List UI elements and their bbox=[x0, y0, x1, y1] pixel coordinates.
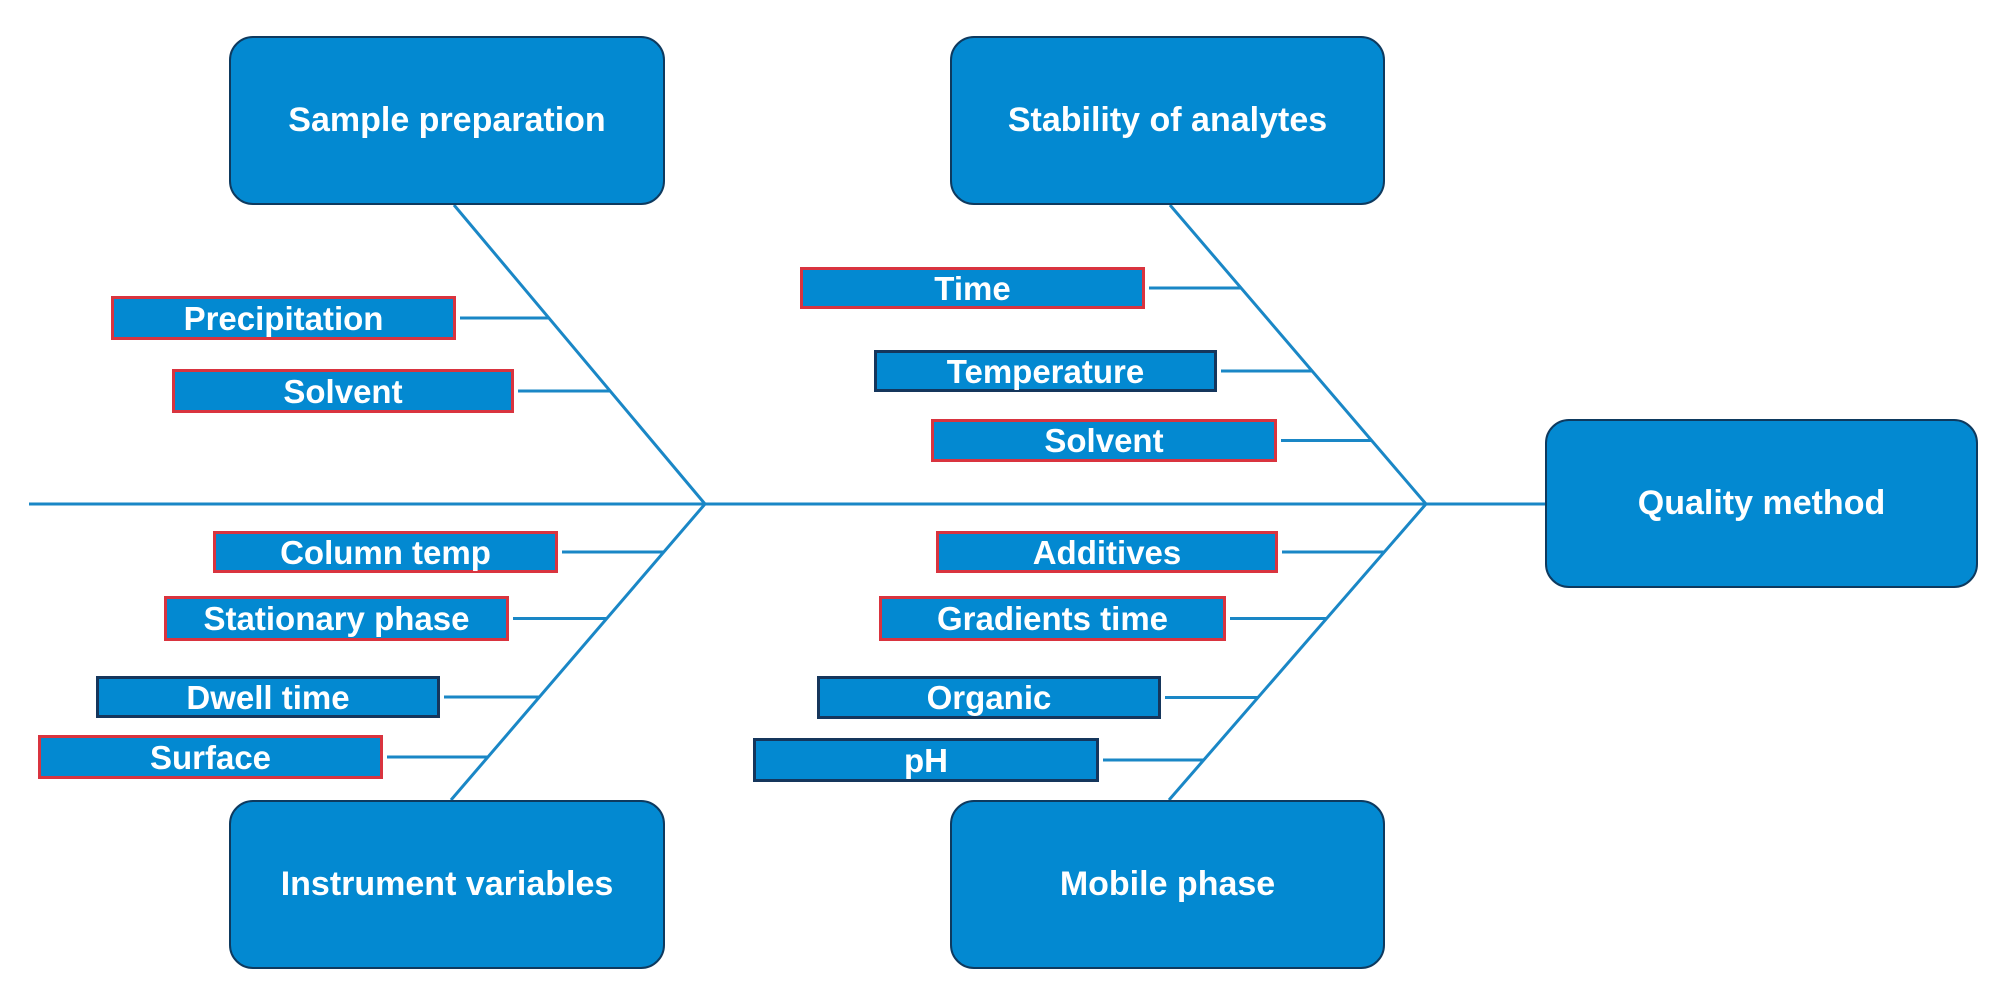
cause-label: pH bbox=[904, 741, 948, 779]
cause-organic: Organic bbox=[817, 676, 1161, 719]
cause-label: Temperature bbox=[946, 352, 1145, 390]
cause-label: Column temp bbox=[280, 533, 491, 571]
cause-precipitation: Precipitation bbox=[111, 296, 456, 340]
cause-stationary-phase: Stationary phase bbox=[164, 596, 509, 641]
cause-label: Solvent bbox=[1044, 422, 1164, 459]
cause-ph: pH bbox=[753, 738, 1099, 782]
cause-gradients-time: Gradients time bbox=[879, 596, 1226, 641]
cause-solvent-sample: Solvent bbox=[172, 369, 514, 413]
category-label: Mobile phase bbox=[1059, 865, 1276, 903]
cause-label: Solvent bbox=[283, 372, 403, 410]
cause-label: Dwell time bbox=[186, 678, 350, 716]
cause-dwell-time: Dwell time bbox=[96, 676, 440, 718]
category-stability-of-analytes: Stability of analytes bbox=[950, 36, 1385, 205]
category-label: Instrument variables bbox=[280, 865, 614, 903]
effect-label: Quality method bbox=[1637, 484, 1886, 522]
cause-label: Additives bbox=[1032, 533, 1182, 571]
cause-label: Surface bbox=[149, 738, 272, 776]
category-label: Stability of analytes bbox=[1007, 101, 1328, 139]
category-sample-preparation: Sample preparation bbox=[229, 36, 665, 205]
category-label: Sample preparation bbox=[288, 101, 606, 139]
bone-sample-preparation bbox=[452, 204, 707, 505]
cause-label: Precipitation bbox=[183, 299, 384, 337]
effect-quality-method: Quality method bbox=[1545, 419, 1978, 588]
cause-label: Stationary phase bbox=[203, 600, 470, 637]
cause-label: Gradients time bbox=[936, 600, 1169, 637]
category-instrument-variables: Instrument variables bbox=[229, 800, 665, 969]
category-mobile-phase: Mobile phase bbox=[950, 800, 1385, 969]
cause-temperature: Temperature bbox=[874, 350, 1217, 392]
cause-solvent-stability: Solvent bbox=[931, 419, 1277, 462]
cause-column-temp: Column temp bbox=[213, 531, 558, 573]
cause-time: Time bbox=[800, 267, 1145, 309]
cause-label: Organic bbox=[926, 679, 1052, 716]
cause-additives: Additives bbox=[936, 531, 1278, 573]
cause-surface: Surface bbox=[38, 735, 383, 779]
cause-label: Time bbox=[934, 269, 1011, 307]
